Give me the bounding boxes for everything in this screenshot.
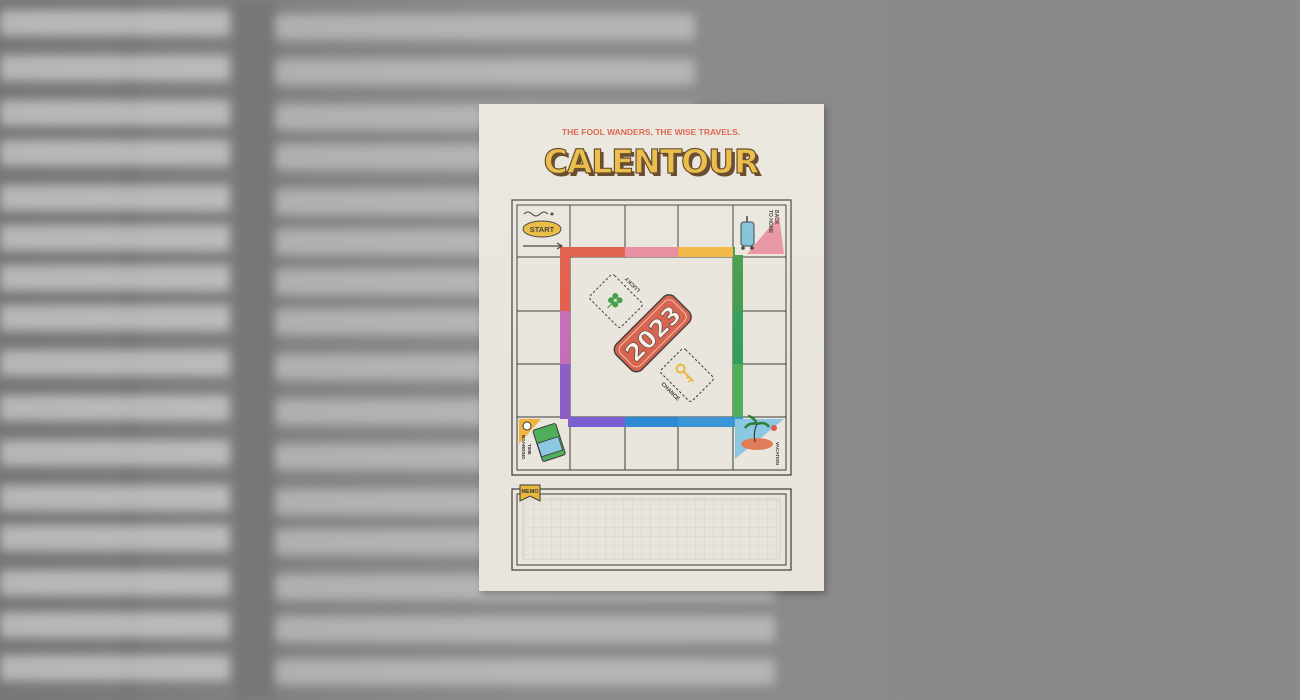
year-box: 2023	[613, 294, 692, 373]
wave-icon	[523, 211, 549, 217]
light-stripe	[0, 612, 230, 638]
light-stripe	[275, 14, 695, 40]
light-stripe	[0, 305, 230, 331]
boarding-label: BOARDING	[521, 435, 526, 460]
light-stripe	[0, 350, 230, 376]
light-stripe	[275, 59, 695, 85]
light-stripe	[275, 616, 775, 642]
start-corner: START	[522, 211, 564, 250]
chance-card: CHANCE	[660, 348, 714, 403]
time-label: TIME	[527, 444, 532, 455]
lucky-label: LUCKY	[624, 275, 642, 293]
light-stripe	[0, 225, 230, 251]
light-stripe	[0, 140, 230, 166]
chance-label: CHANCE	[660, 382, 681, 403]
calendar-poster: THE FOOL WANDERS, THE WISE TRAVELS. CALE…	[479, 104, 824, 591]
light-stripe	[0, 525, 230, 551]
poster-title: CALENTOUR	[544, 142, 759, 181]
memo-area: MEMO	[511, 484, 792, 571]
poster-artwork: THE FOOL WANDERS, THE WISE TRAVELS. CALE…	[511, 127, 792, 571]
luggage-corner: BACK TO HOME	[735, 207, 784, 255]
watch-icon	[522, 421, 532, 431]
light-stripe	[0, 100, 230, 126]
vacation-label: VACATION	[775, 442, 780, 465]
light-stripe	[0, 265, 230, 291]
memo-label: MEMO	[521, 489, 539, 495]
key-icon	[675, 363, 695, 383]
arrow-icon	[523, 242, 564, 250]
light-stripe	[0, 55, 230, 81]
clover-icon	[607, 293, 623, 309]
light-stripe	[0, 655, 230, 681]
light-stripe	[0, 485, 230, 511]
start-label: START	[530, 225, 555, 234]
home-label: TO HOME	[767, 210, 773, 234]
light-stripe	[0, 10, 230, 36]
light-stripe	[275, 659, 775, 685]
light-stripe	[0, 395, 230, 421]
light-stripe	[0, 440, 230, 466]
window-frame-shadow	[235, 0, 275, 700]
light-stripe	[0, 570, 230, 596]
boarding-corner: BOARDING TIME	[519, 419, 568, 468]
light-stripe	[0, 185, 230, 211]
vacation-corner: VACATION	[735, 414, 784, 468]
poster-tagline: THE FOOL WANDERS, THE WISE TRAVELS.	[562, 127, 740, 137]
